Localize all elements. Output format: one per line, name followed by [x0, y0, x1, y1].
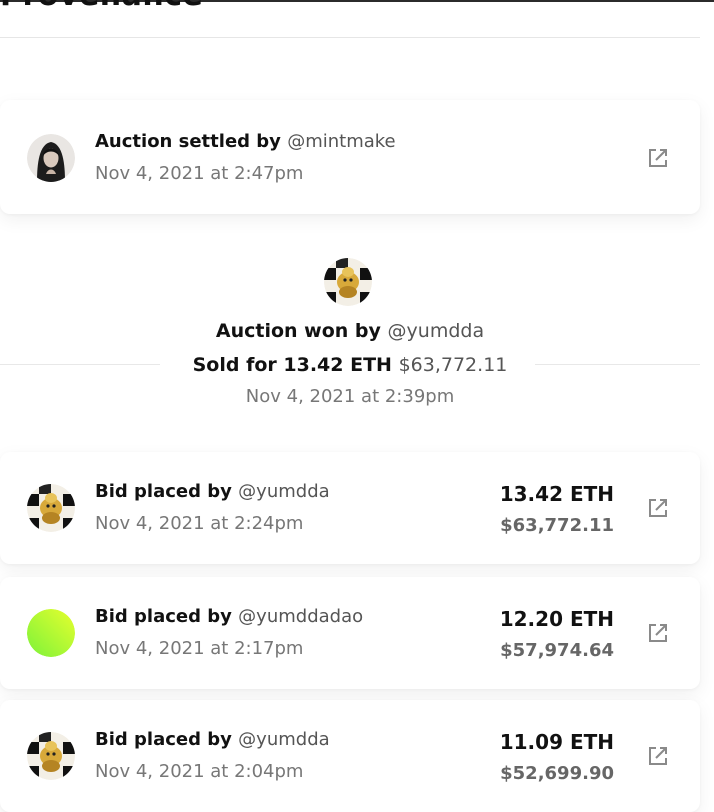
event-title: Bid placed by @yumdda [95, 481, 330, 502]
sold-eth: 13.42 ETH [283, 354, 392, 376]
section-title: Provenance [0, 0, 203, 13]
bid-amount-eth: 12.20 ETH [499, 607, 614, 631]
winner-handle-link[interactable]: @yumdda [388, 320, 485, 342]
avatar-mintmake[interactable] [27, 134, 75, 182]
bid-amount-usd: $57,974.64 [500, 640, 614, 661]
avatar-yumddadao[interactable] [27, 609, 75, 657]
won-timestamp: Nov 4, 2021 at 2:39pm [245, 386, 455, 407]
sold-prefix: Sold for [192, 354, 277, 376]
history-item-bid: Bid placed by @yumdda Nov 4, 2021 at 2:0… [0, 700, 700, 812]
external-link-icon[interactable] [646, 496, 670, 520]
history-item-bid: Bid placed by @yumdda Nov 4, 2021 at 2:2… [0, 452, 700, 564]
user-handle-link[interactable]: @yumddadao [238, 606, 363, 627]
event-action: Bid placed by [95, 729, 232, 750]
event-timestamp: Nov 4, 2021 at 2:17pm [95, 638, 304, 659]
user-handle-link[interactable]: @yumdda [238, 481, 329, 502]
auction-won-title: Auction won by @yumdda [0, 320, 700, 342]
event-action: Bid placed by [95, 606, 232, 627]
bid-amount-eth: 11.09 ETH [499, 730, 614, 754]
history-item-settled: Auction settled by @mintmake Nov 4, 2021… [0, 100, 700, 214]
sold-usd: $63,772.11 [398, 354, 508, 376]
history-item-bid: Bid placed by @yumddadao Nov 4, 2021 at … [0, 577, 700, 689]
user-handle-link[interactable]: @yumdda [238, 729, 329, 750]
won-action: Auction won by [215, 320, 381, 342]
auction-won-summary: Auction won by @yumdda Sold for 13.42 ET… [0, 240, 700, 430]
avatar-yumdda[interactable] [27, 732, 75, 780]
bid-amount-eth: 13.42 ETH [499, 482, 614, 506]
event-action: Auction settled by [95, 131, 281, 152]
external-link-icon[interactable] [646, 146, 670, 170]
event-action: Bid placed by [95, 481, 232, 502]
event-timestamp: Nov 4, 2021 at 2:47pm [95, 163, 304, 184]
sold-for-line: Sold for 13.42 ETH $63,772.11 [0, 354, 700, 376]
bid-amount-usd: $63,772.11 [500, 515, 614, 536]
avatar-yumdda[interactable] [324, 258, 372, 306]
avatar-yumdda[interactable] [27, 484, 75, 532]
divider [0, 37, 700, 38]
external-link-icon[interactable] [646, 621, 670, 645]
event-title: Bid placed by @yumddadao [95, 606, 363, 627]
bid-amount-usd: $52,699.90 [500, 763, 614, 784]
external-link-icon[interactable] [646, 744, 670, 768]
event-timestamp: Nov 4, 2021 at 2:04pm [95, 761, 304, 782]
user-handle-link[interactable]: @mintmake [287, 131, 395, 152]
event-title: Bid placed by @yumdda [95, 729, 330, 750]
event-timestamp: Nov 4, 2021 at 2:24pm [95, 513, 304, 534]
event-title: Auction settled by @mintmake [95, 131, 396, 152]
